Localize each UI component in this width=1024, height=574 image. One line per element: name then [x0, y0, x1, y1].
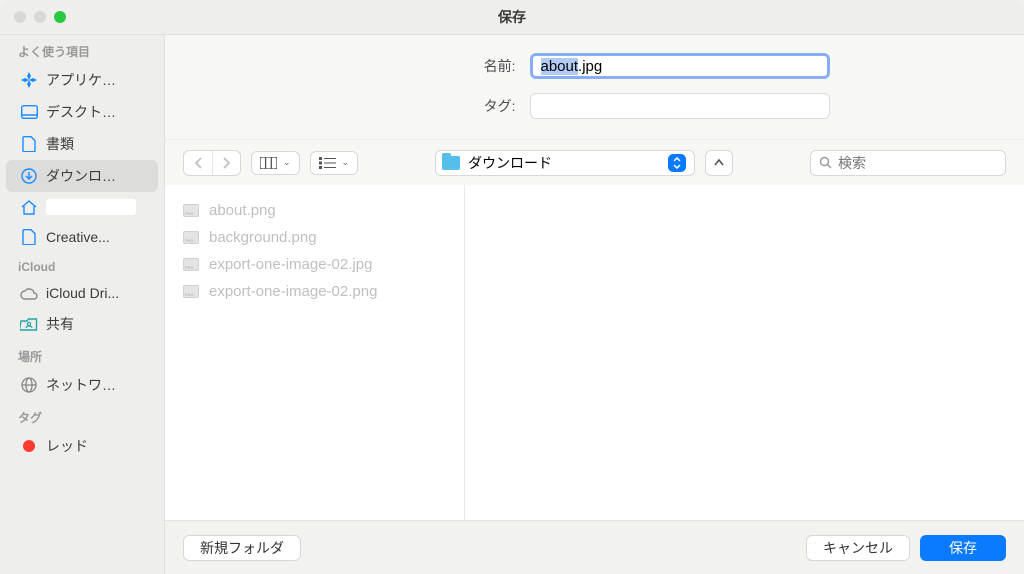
cancel-button[interactable]: キャンセル [806, 535, 910, 561]
folder-icon [442, 156, 460, 170]
shared-icon [20, 315, 38, 333]
sidebar-item-cloud[interactable]: iCloud Dri... [6, 278, 158, 308]
file-icon [183, 258, 199, 271]
sidebar-item-home[interactable] [6, 192, 158, 222]
sidebar-item-app[interactable]: アプリケ… [6, 64, 158, 96]
location-label: ダウンロード [468, 153, 552, 173]
name-label: 名前: [260, 56, 520, 76]
sidebar-item-label: 書類 [46, 134, 74, 154]
nav-forward-button[interactable] [212, 151, 240, 175]
home-icon [20, 198, 38, 216]
search-box[interactable] [810, 150, 1006, 176]
sidebar-item-downloads[interactable]: ダウンロ… [6, 160, 158, 192]
sidebar-item-label: Creative... [46, 229, 110, 245]
file-name: export-one-image-02.png [209, 283, 377, 300]
location-dropdown[interactable]: ダウンロード [435, 150, 695, 176]
tag-color-icon [23, 440, 35, 452]
file-name: about.png [209, 202, 276, 219]
sidebar-item-label: アプリケ… [46, 70, 116, 90]
sidebar: よく使う項目 アプリケ… デスクト… 書類ダウンロ… Creative... iClo… [0, 35, 165, 574]
toolbar: ⌄ ⌄ ダウンロード [165, 140, 1024, 185]
collapse-button[interactable] [705, 150, 733, 176]
file-row[interactable]: export-one-image-02.png [165, 278, 464, 305]
file-row[interactable]: background.png [165, 224, 464, 251]
documents-icon [20, 135, 38, 153]
sidebar-item-label: デスクト… [46, 102, 116, 122]
sidebar-item-label: ネットワ… [46, 375, 116, 395]
sidebar-tags-header: タグ [0, 401, 164, 430]
sidebar-item-network[interactable]: ネットワ… [6, 369, 158, 401]
tags-input[interactable] [530, 93, 830, 119]
nav-back-button[interactable] [184, 151, 212, 175]
window-title: 保存 [0, 7, 1024, 27]
search-icon [819, 156, 832, 169]
sidebar-item-documents[interactable]: 書類 [6, 128, 158, 160]
view-columns-button[interactable]: ⌄ [251, 151, 300, 175]
network-icon [20, 376, 38, 394]
desktop-icon [20, 103, 38, 121]
file-name: export-one-image-02.jpg [209, 256, 372, 273]
sidebar-tag-item[interactable]: レッド [6, 430, 158, 462]
file-list: about.png background.png export-one-image-… [165, 185, 465, 520]
sidebar-item-label: レッド [46, 436, 88, 456]
sidebar-item-folder[interactable]: Creative... [6, 222, 158, 252]
downloads-icon [20, 167, 38, 185]
sidebar-locations-header: 場所 [0, 340, 164, 369]
sidebar-item-desktop[interactable]: デスクト… [6, 96, 158, 128]
sidebar-favorites-header: よく使う項目 [0, 35, 164, 64]
save-form: 名前: タグ: [165, 35, 1024, 140]
file-name: background.png [209, 229, 317, 246]
preview-pane [465, 185, 1024, 520]
file-row[interactable]: about.png [165, 197, 464, 224]
updown-icon [668, 154, 686, 172]
tags-label: タグ: [260, 96, 520, 116]
sidebar-icloud-header: iCloud [0, 252, 164, 278]
search-input[interactable] [838, 155, 1019, 171]
file-icon [183, 231, 199, 244]
footer: 新規フォルダ キャンセル 保存 [165, 520, 1024, 574]
titlebar: 保存 [0, 0, 1024, 35]
cloud-icon [20, 284, 38, 302]
file-row[interactable]: export-one-image-02.jpg [165, 251, 464, 278]
folder-icon [20, 228, 38, 246]
save-button[interactable]: 保存 [920, 535, 1006, 561]
sidebar-item-label: ダウンロ… [46, 166, 116, 186]
app-icon [20, 71, 38, 89]
file-icon [183, 285, 199, 298]
sidebar-item-shared[interactable]: 共有 [6, 308, 158, 340]
file-icon [183, 204, 199, 217]
chevron-down-icon: ⌄ [283, 157, 291, 168]
sidebar-item-label: iCloud Dri... [46, 285, 119, 301]
chevron-down-icon: ⌄ [342, 157, 350, 168]
sidebar-item-label: 共有 [46, 314, 74, 334]
new-folder-button[interactable]: 新規フォルダ [183, 535, 301, 561]
filename-input[interactable] [530, 53, 830, 79]
group-by-button[interactable]: ⌄ [310, 151, 359, 175]
sidebar-item-label [46, 199, 136, 215]
